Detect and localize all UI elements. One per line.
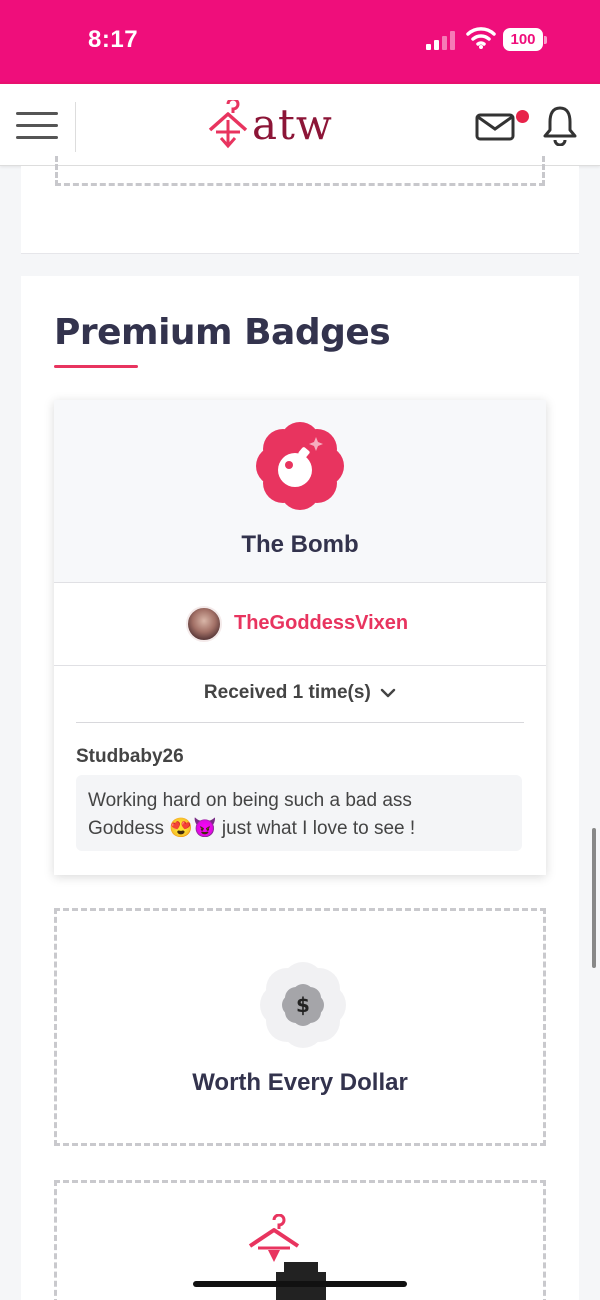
giver-username[interactable]: TheGoddessVixen (234, 612, 408, 635)
title-underline (54, 365, 138, 368)
logo-text: atw (252, 100, 333, 149)
bomb-icon (256, 422, 344, 510)
received-toggle[interactable]: Received 1 time(s) (54, 682, 546, 704)
badge-name: The Bomb (241, 531, 359, 558)
badge-card-worth-every-dollar: $ Worth Every Dollar (54, 908, 546, 1146)
comment-message: Working hard on being such a bad ass God… (76, 775, 522, 851)
dashed-placeholder (55, 156, 545, 186)
comment-sender[interactable]: Studbaby26 (76, 746, 184, 768)
comment-line-1: Working hard on being such a bad ass (88, 790, 412, 811)
mail-icon[interactable] (475, 112, 515, 142)
hanger-icon (208, 100, 248, 149)
signal-icon (426, 30, 458, 50)
dollar-icon: $ (260, 962, 346, 1048)
comment-line-2: Goddess 😍😈 just what I love to see ! (88, 818, 416, 839)
premium-badges-section: Premium Badges The Bomb TheGoddessVixen … (21, 276, 579, 1300)
atw-logo[interactable]: atw (204, 98, 364, 154)
section-title: Premium Badges (54, 312, 391, 353)
wifi-icon (466, 27, 496, 49)
badge-giver-row[interactable]: TheGoddessVixen (54, 583, 546, 666)
status-time: 8:17 (88, 26, 139, 53)
avatar[interactable] (186, 606, 222, 642)
chevron-down-icon (380, 688, 396, 698)
hamburger-icon[interactable] (16, 110, 58, 142)
previous-section-card (21, 156, 579, 254)
unread-dot (516, 110, 529, 123)
divider (76, 722, 524, 723)
bell-icon[interactable] (542, 104, 578, 146)
badge-name: Worth Every Dollar (192, 1069, 408, 1096)
received-label: Received 1 time(s) (203, 682, 371, 703)
top-navbar: atw (0, 82, 600, 166)
status-bar: 8:17 100 (0, 0, 600, 82)
badge-header: The Bomb (54, 400, 546, 583)
badge-card-the-bomb: The Bomb TheGoddessVixen Received 1 time… (54, 400, 546, 875)
home-indicator[interactable] (193, 1281, 407, 1287)
svg-text:$: $ (296, 993, 310, 1017)
nav-divider (75, 102, 76, 152)
battery-indicator: 100 (503, 28, 547, 51)
scrollbar[interactable] (592, 828, 596, 968)
